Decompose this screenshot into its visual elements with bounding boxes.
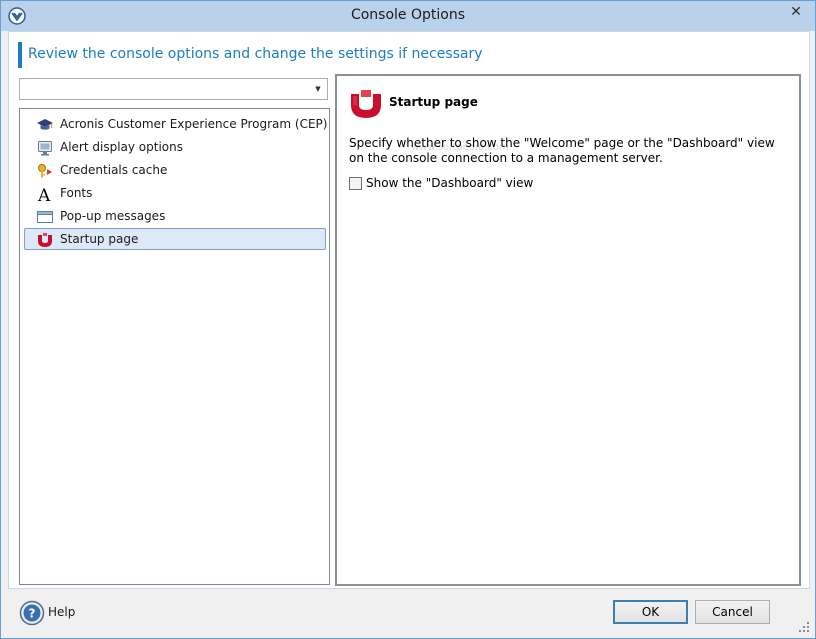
- startup-magnet-icon: [351, 90, 381, 118]
- filter-combobox[interactable]: ▼: [19, 78, 328, 100]
- panel-title: Startup page: [389, 95, 478, 109]
- tree-item-credentials-cache[interactable]: Credentials cache: [24, 159, 326, 181]
- close-button[interactable]: ✕: [778, 1, 814, 23]
- font-icon: A: [37, 186, 51, 202]
- chevron-down-icon[interactable]: ▼: [309, 79, 327, 99]
- tree-item-alert-display[interactable]: Alert display options: [24, 136, 326, 158]
- header-accent-bar: [18, 42, 22, 68]
- startup-magnet-icon: [38, 233, 52, 247]
- options-tree: Acronis Customer Experience Program (CEP…: [19, 108, 330, 585]
- ok-button[interactable]: OK: [613, 600, 688, 624]
- tree-item-fonts[interactable]: A Fonts: [24, 182, 326, 204]
- graduation-cap-icon: [37, 119, 53, 130]
- settings-panel: Startup page www.softpedia.com Specify w…: [335, 74, 801, 586]
- show-dashboard-checkbox[interactable]: [349, 177, 362, 190]
- keys-icon: [38, 164, 52, 178]
- tree-item-label: Credentials cache: [60, 163, 168, 177]
- tree-item-label: Fonts: [60, 186, 93, 200]
- tree-item-cep[interactable]: Acronis Customer Experience Program (CEP…: [24, 113, 328, 135]
- tree-item-label: Startup page: [60, 232, 139, 246]
- svg-text:A: A: [37, 186, 51, 202]
- tree-item-startup-page[interactable]: Startup page: [24, 228, 326, 250]
- console-options-window: Console Options ✕ Review the console opt…: [0, 0, 816, 639]
- svg-text:?: ?: [29, 607, 36, 621]
- window-icon: [37, 211, 53, 223]
- window-title: Console Options: [350, 7, 466, 23]
- filter-input[interactable]: [22, 81, 306, 97]
- tree-item-label: Pop-up messages: [60, 209, 166, 223]
- page-header: Review the console options and change th…: [28, 46, 483, 62]
- cancel-button[interactable]: Cancel: [695, 600, 770, 624]
- help-icon[interactable]: ?: [19, 600, 45, 626]
- tree-item-popup-messages[interactable]: Pop-up messages: [24, 205, 326, 227]
- dialog-content: Review the console options and change th…: [8, 31, 810, 589]
- tree-item-label: Alert display options: [60, 140, 183, 154]
- show-dashboard-label[interactable]: Show the "Dashboard" view: [366, 176, 533, 190]
- tree-item-label: Acronis Customer Experience Program (CEP…: [60, 117, 328, 131]
- title-bar[interactable]: Console Options ✕: [1, 1, 815, 31]
- panel-description: Specify whether to show the "Welcome" pa…: [349, 136, 775, 165]
- monitor-alert-icon: [38, 141, 52, 156]
- resize-grip-icon[interactable]: [798, 621, 810, 633]
- help-link[interactable]: Help: [48, 605, 75, 619]
